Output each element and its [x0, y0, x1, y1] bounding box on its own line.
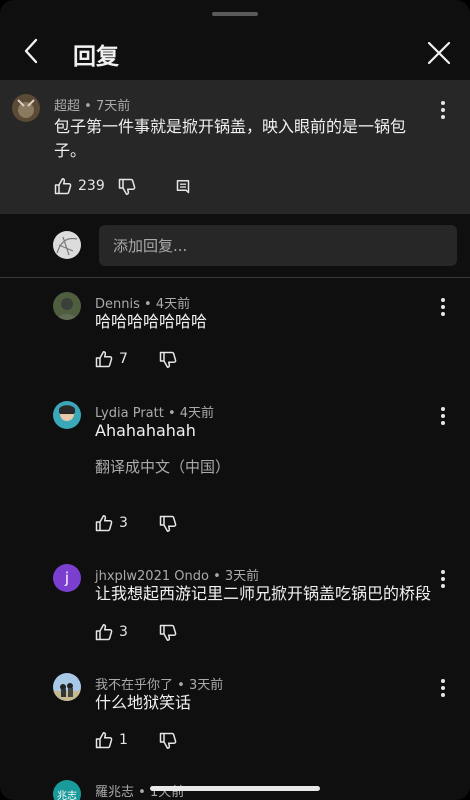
more-options-icon[interactable] [440, 101, 446, 119]
like-button[interactable]: 7 [95, 349, 128, 369]
avatar[interactable] [53, 401, 81, 429]
drag-handle[interactable] [212, 12, 258, 16]
comment-text: 哈哈哈哈哈哈哈 [95, 312, 208, 331]
thumbs-up-icon [95, 732, 113, 749]
add-reply-row [0, 214, 470, 278]
like-count: 1 [119, 732, 128, 748]
comment-text-line: 包子第一件事就是掀开锅盖，映入眼前的是一锅包 [54, 117, 407, 136]
more-options-icon[interactable] [440, 407, 446, 425]
dislike-button[interactable] [159, 731, 177, 751]
comment-time: 7天前 [95, 99, 131, 114]
avatar-letter: j [64, 569, 70, 587]
comment-time: 3天前 [188, 678, 224, 693]
comment-text: 什么地狱笑话 [95, 693, 192, 712]
comment-icon [176, 180, 190, 194]
separator-dot: • [84, 99, 96, 114]
top-bar: 回复 [0, 24, 470, 80]
like-count: 3 [119, 624, 128, 640]
comment-text: 包子第一件事就是掀开锅盖，映入眼前的是一锅包 子。 [54, 115, 414, 163]
dislike-button[interactable] [159, 623, 177, 643]
thumbs-down-icon [159, 515, 177, 532]
like-button[interactable]: 3 [95, 513, 128, 533]
thumbs-down-icon [159, 351, 177, 368]
like-button[interactable]: 1 [95, 730, 128, 750]
translate-link[interactable]: 翻译成中文（中国） [95, 455, 230, 479]
thumbs-up-icon [54, 178, 72, 195]
close-icon[interactable] [426, 40, 452, 66]
separator-dot: • [138, 785, 150, 800]
dislike-button[interactable] [159, 350, 177, 370]
like-button[interactable]: 3 [95, 622, 128, 642]
thumbs-down-icon [159, 732, 177, 749]
thumbs-down-icon [118, 178, 136, 195]
like-button[interactable]: 239 [54, 176, 105, 196]
comment-author[interactable]: 羅兆志 [95, 785, 134, 800]
avatar[interactable] [12, 94, 40, 122]
more-options-icon[interactable] [440, 570, 446, 588]
like-count: 3 [119, 515, 128, 531]
avatar[interactable]: 兆志 [53, 780, 81, 800]
thumbs-down-icon [159, 624, 177, 641]
dislike-button[interactable] [159, 514, 177, 534]
comment-meta: 超超 • 7天前 [54, 95, 130, 114]
avatar[interactable] [53, 292, 81, 320]
current-user-avatar [53, 231, 81, 259]
thumbs-up-icon [95, 624, 113, 641]
avatar-text: 兆志 [57, 790, 77, 800]
more-options-icon[interactable] [440, 298, 446, 316]
like-count: 7 [119, 351, 128, 367]
avatar[interactable]: j [53, 564, 81, 592]
comment-text-line: 子。 [54, 141, 87, 160]
more-options-icon[interactable] [440, 679, 446, 697]
dislike-button[interactable] [118, 177, 136, 197]
page-title: 回复 [73, 44, 119, 70]
home-indicator[interactable] [150, 786, 320, 791]
parent-comment: 超超 • 7天前 包子第一件事就是掀开锅盖，映入眼前的是一锅包 子。 239 [0, 80, 470, 214]
back-arrow-icon[interactable] [18, 36, 46, 66]
replies-sheet: 回复 超超 • 7天前 包子第一件事就是掀开锅盖，映入眼前的是一锅包 子。 23 [0, 0, 470, 800]
like-count: 239 [78, 178, 105, 194]
avatar[interactable] [53, 673, 81, 701]
thumbs-up-icon [95, 515, 113, 532]
comment-author[interactable]: 超超 [54, 99, 80, 114]
comment-text: 让我想起西游记里二师兄掀开锅盖吃锅巴的桥段 [95, 584, 432, 603]
comment-text: Ahahahahah [95, 421, 196, 440]
add-reply-input[interactable] [99, 225, 457, 266]
reply-button[interactable] [175, 177, 191, 197]
thumbs-up-icon [95, 351, 113, 368]
